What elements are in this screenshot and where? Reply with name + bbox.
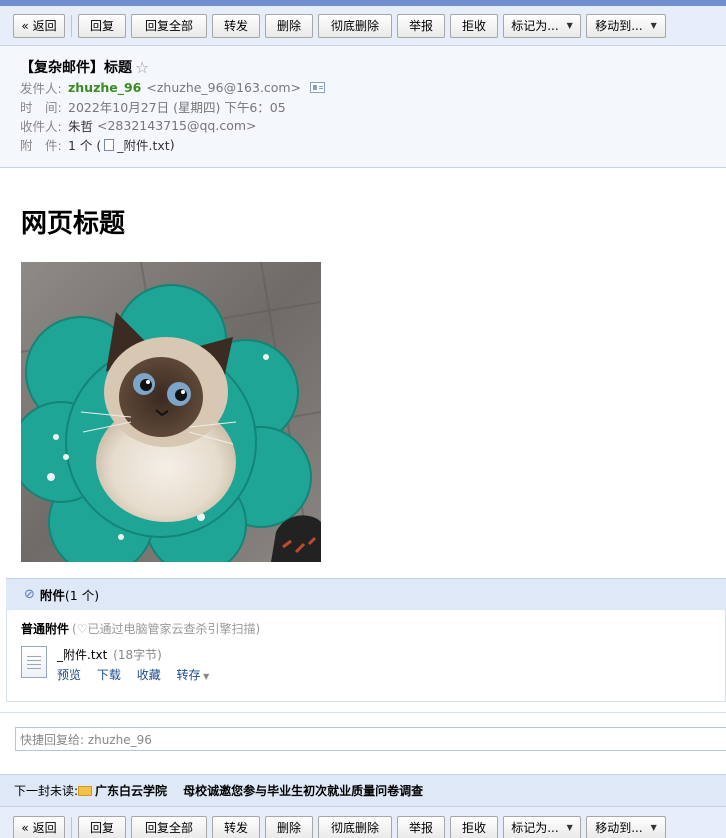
attachment-file-size: (18字节) <box>113 648 162 662</box>
reject-button[interactable]: 拒收 <box>450 13 498 38</box>
cat-photo <box>10 261 322 575</box>
move-to-dropdown[interactable]: 移动到... ▼ <box>586 815 666 838</box>
save-to-dropdown[interactable]: 转存 ▼ <box>177 668 210 682</box>
delete-forever-button[interactable]: 彻底删除 <box>318 815 392 838</box>
recipient-email: <2832143715@qq.com> <box>97 118 257 133</box>
attachments-count: (1 个) <box>64 588 100 603</box>
sender-email: <zhuzhe_96@163.com> <box>146 80 302 95</box>
attachment-actions: 预览 下载 收藏 转存 ▼ <box>57 666 221 683</box>
time-row: 时 间: 2022年10月27日 (星期四) 下午6：05 <box>20 97 706 116</box>
contact-card-icon[interactable] <box>310 82 326 93</box>
move-to-label: 移动到... <box>595 821 643 835</box>
quick-reply-area: 快捷回复给: zhuzhe_96 <box>0 712 726 774</box>
email-body: 网页标题 <box>0 168 726 578</box>
attachment-count-close: ) <box>169 137 175 152</box>
delete-forever-button[interactable]: 彻底删除 <box>318 13 392 38</box>
delete-button[interactable]: 删除 <box>265 13 313 38</box>
sender-label: 发件人: <box>20 81 62 96</box>
attachment-link[interactable]: _附件.txt <box>117 135 169 154</box>
chevron-down-icon: ▼ <box>566 823 573 832</box>
top-toolbar: « 返回 回复 回复全部 转发 删除 彻底删除 举报 拒收 标记为... ▼ 移动… <box>0 6 726 46</box>
attachment-row: 附 件: 1 个 ( _附件.txt ) <box>20 135 706 154</box>
attachment-count: 1 个 ( <box>68 138 102 153</box>
reply-all-button[interactable]: 回复全部 <box>131 13 207 38</box>
back-button[interactable]: « 返回 <box>13 13 65 38</box>
back-button[interactable]: « 返回 <box>13 815 65 838</box>
sender-row: 发件人: zhuzhe_96 <zhuzhe_96@163.com> <box>20 78 706 97</box>
reply-button[interactable]: 回复 <box>78 815 126 838</box>
recipient-row: 收件人: 朱哲 <2832143715@qq.com> <box>20 116 706 135</box>
move-to-label: 移动到... <box>595 19 643 33</box>
report-button[interactable]: 举报 <box>397 13 445 38</box>
time-value: 2022年10月27日 (星期四) 下午6：05 <box>68 100 286 115</box>
attachment-label: 附 件: <box>20 138 62 153</box>
recipient-name[interactable]: 朱哲 <box>68 116 93 135</box>
quick-reply-input[interactable]: 快捷回复给: zhuzhe_96 <box>15 727 726 751</box>
attachments-header: ⊘ 附件 (1 个) <box>6 578 726 610</box>
file-icon <box>21 646 47 678</box>
attachments-title: 附件 <box>39 588 65 603</box>
file-icon <box>104 138 115 151</box>
toolbar-divider <box>71 14 72 37</box>
recipient-label: 收件人: <box>20 119 62 134</box>
star-icon[interactable]: ☆ <box>135 58 149 77</box>
body-title: 网页标题 <box>21 209 126 239</box>
toolbar-divider <box>71 816 72 838</box>
attachment-type: 普通附件 (♡已通过电脑管家云查杀引擎扫描) <box>21 620 725 637</box>
email-subject: 【复杂邮件】标题 ☆ <box>20 56 706 78</box>
next-unread-sender[interactable]: 广东白云学院 <box>95 782 167 799</box>
subject-text: 【复杂邮件】标题 <box>20 60 132 76</box>
chevron-down-icon: ▼ <box>650 21 657 30</box>
attachment-file: _附件.txt (18字节) <box>57 646 221 663</box>
reply-all-button[interactable]: 回复全部 <box>131 815 207 838</box>
chevron-down-icon: ▼ <box>566 21 573 30</box>
mark-as-label: 标记为... <box>511 19 559 33</box>
collect-link[interactable]: 收藏 <box>137 668 161 682</box>
mark-as-dropdown[interactable]: 标记为... ▼ <box>503 815 581 838</box>
attachments-panel: 普通附件 (♡已通过电脑管家云查杀引擎扫描) _附件.txt (18字节) 预览 … <box>6 610 726 702</box>
chevron-down-icon: ▼ <box>650 823 657 832</box>
reject-button[interactable]: 拒收 <box>450 815 498 838</box>
paperclip-icon: ⊘ <box>24 587 35 602</box>
move-to-dropdown[interactable]: 移动到... ▼ <box>586 13 666 38</box>
forward-button[interactable]: 转发 <box>212 13 260 38</box>
bottom-toolbar: « 返回 回复 回复全部 转发 删除 彻底删除 举报 拒收 标记为... ▼ 移动… <box>0 806 726 838</box>
save-to-label: 转存 <box>176 668 201 682</box>
reply-button[interactable]: 回复 <box>78 13 126 38</box>
mark-as-dropdown[interactable]: 标记为... ▼ <box>503 13 581 38</box>
chevron-down-icon: ▼ <box>200 672 210 681</box>
sender-name[interactable]: zhuzhe_96 <box>68 80 141 95</box>
next-unread-label: 下一封未读: <box>14 784 79 798</box>
mark-as-label: 标记为... <box>511 821 559 835</box>
time-label: 时 间: <box>20 100 62 115</box>
delete-button[interactable]: 删除 <box>265 815 313 838</box>
report-button[interactable]: 举报 <box>397 815 445 838</box>
attachment-type-label: 普通附件 <box>21 622 70 636</box>
attachment-item: _附件.txt (18字节) 预览 下载 收藏 转存 ▼ <box>21 646 725 683</box>
download-link[interactable]: 下载 <box>97 668 121 682</box>
attachment-file-name[interactable]: _附件.txt <box>57 648 107 662</box>
email-header: 【复杂邮件】标题 ☆ 发件人: zhuzhe_96 <zhuzhe_96@163… <box>0 46 726 168</box>
forward-button[interactable]: 转发 <box>212 815 260 838</box>
preview-link[interactable]: 预览 <box>57 668 81 682</box>
envelope-icon <box>78 785 93 796</box>
next-unread-subject[interactable]: 母校诚邀您参与毕业生初次就业质量问卷调查 <box>183 782 423 799</box>
next-unread-bar: 下一封未读: 广东白云学院 母校诚邀您参与毕业生初次就业质量问卷调查 <box>0 774 726 806</box>
scan-note: (♡已通过电脑管家云查杀引擎扫描) <box>72 622 261 636</box>
